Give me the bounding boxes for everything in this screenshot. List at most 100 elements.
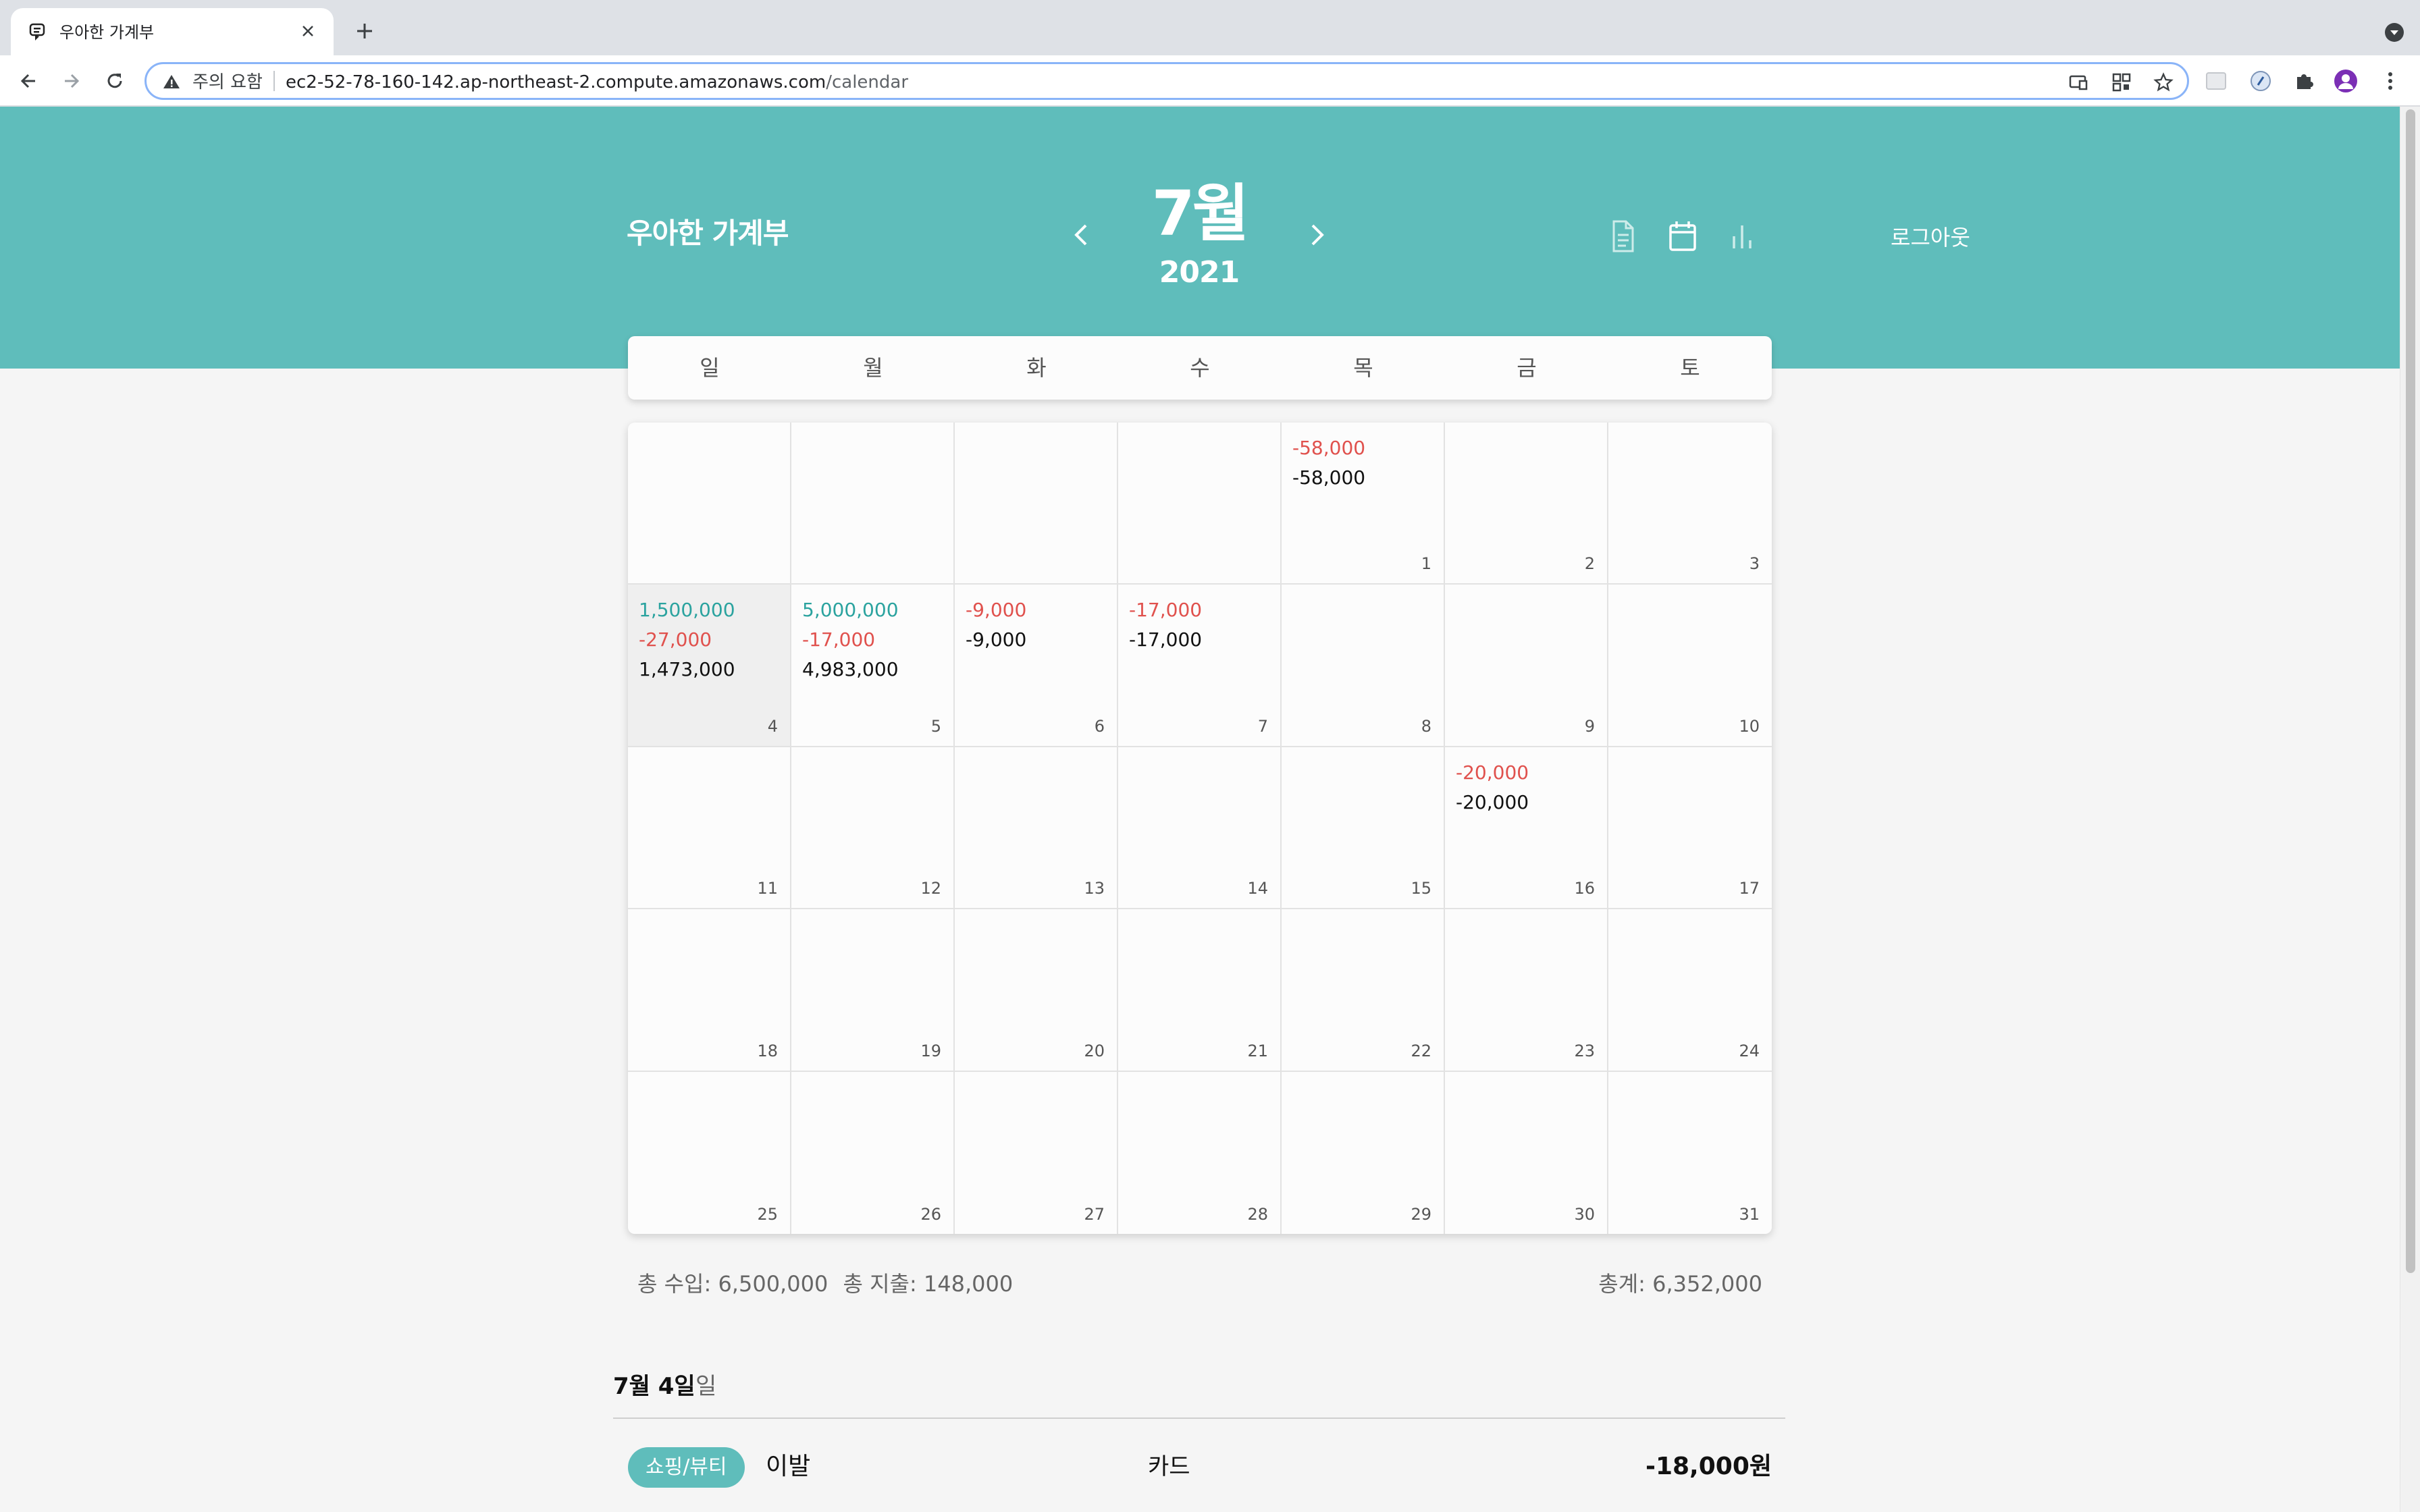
calendar-day-cell[interactable]: 9 bbox=[1445, 585, 1608, 747]
calendar-day-cell[interactable]: 30 bbox=[1445, 1071, 1608, 1234]
calendar-day-cell[interactable]: 15 bbox=[1282, 747, 1445, 910]
day-total: -17,000 bbox=[1129, 628, 1203, 651]
day-number: 8 bbox=[1421, 716, 1431, 736]
security-status[interactable]: 주의 요함 bbox=[192, 71, 263, 94]
day-expense: -9,000 bbox=[966, 599, 1027, 622]
weekday-label: 일 bbox=[700, 355, 720, 381]
calendar-day-cell[interactable]: 31 bbox=[1608, 1072, 1772, 1234]
favicon-icon bbox=[29, 23, 45, 40]
calendar-day-cell[interactable]: 13 bbox=[955, 747, 1118, 910]
calendar-day-cell[interactable]: 22 bbox=[1282, 909, 1445, 1072]
next-month-icon[interactable] bbox=[1300, 219, 1333, 251]
scrollbar-thumb[interactable] bbox=[2406, 109, 2415, 1273]
day-number: 6 bbox=[1094, 716, 1105, 736]
day-detail-weekday: 일 bbox=[695, 1373, 717, 1400]
grand-total: 총계: 6,352,000 bbox=[1598, 1271, 1762, 1297]
warning-icon[interactable] bbox=[163, 74, 180, 90]
weekday-label: 화 bbox=[1026, 355, 1047, 381]
prev-month-icon[interactable] bbox=[1066, 219, 1098, 251]
close-tab-icon[interactable] bbox=[297, 20, 319, 42]
calendar-day-cell[interactable]: 21 bbox=[1118, 909, 1282, 1072]
day-total: -9,000 bbox=[966, 628, 1027, 651]
calendar-day-cell[interactable]: 24 bbox=[1608, 909, 1772, 1072]
calendar-day-cell[interactable]: -20,000 -20,000 16 bbox=[1445, 747, 1608, 910]
forward-icon[interactable] bbox=[58, 68, 85, 94]
document-icon[interactable] bbox=[1607, 219, 1639, 254]
day-total: -58,000 bbox=[1292, 466, 1366, 489]
day-number: 24 bbox=[1739, 1041, 1760, 1060]
calendar-day-cell[interactable]: -9,000 -9,000 6 bbox=[955, 585, 1118, 747]
calendar-day-cell[interactable]: 12 bbox=[791, 747, 955, 910]
calendar-day-cell[interactable]: 20 bbox=[955, 909, 1118, 1072]
profile-avatar-icon[interactable] bbox=[2334, 69, 2358, 93]
payment-method: 카드 bbox=[1148, 1453, 1190, 1480]
day-income: 5,000,000 bbox=[802, 599, 899, 622]
calendar-day-cell[interactable]: 18 bbox=[628, 909, 791, 1072]
calendar-day-cell[interactable]: 3 bbox=[1608, 423, 1772, 585]
day-detail-date: 7월 4일 bbox=[613, 1373, 695, 1400]
calendar-day-cell[interactable]: 25 bbox=[628, 1071, 791, 1234]
calendar-day-cell[interactable]: 23 bbox=[1445, 909, 1608, 1072]
day-number: 5 bbox=[930, 716, 941, 736]
transaction-row[interactable]: 쇼핑/뷰티 이발 카드 -18,000원 bbox=[628, 1444, 1772, 1490]
calendar-day-cell[interactable]: -58,000 -58,000 1 bbox=[1282, 423, 1445, 585]
day-amounts: -17,000 -17,000 bbox=[1129, 595, 1202, 655]
tab-title: 우아한 가계부 bbox=[59, 23, 155, 42]
weekday-label: 금 bbox=[1517, 355, 1537, 381]
extension-compass-icon[interactable] bbox=[2248, 69, 2273, 93]
calendar-grid: -58,000 -58,000 1 2 3 1,500,000 -27,000 1,473,0… bbox=[628, 423, 1772, 1234]
calendar-day-cell[interactable]: 2 bbox=[1445, 423, 1608, 585]
day-expense: -27,000 bbox=[639, 628, 712, 651]
day-number: 30 bbox=[1574, 1204, 1595, 1224]
day-total: 4,983,000 bbox=[802, 658, 899, 681]
calendar-day-cell[interactable]: 27 bbox=[955, 1071, 1118, 1234]
calendar-day-cell[interactable]: 28 bbox=[1118, 1071, 1282, 1234]
url-text[interactable]: ec2-52-78-160-142.ap-northeast-2.compute… bbox=[286, 71, 908, 94]
total-income: 총 수입: 6,500,000 bbox=[637, 1271, 828, 1297]
page-scrollbar[interactable] bbox=[2400, 107, 2420, 1512]
calendar-icon[interactable] bbox=[1666, 219, 1699, 254]
calendar-day-cell[interactable]: 29 bbox=[1282, 1071, 1445, 1234]
browser-tab[interactable]: 우아한 가계부 bbox=[11, 8, 334, 55]
day-income: 1,500,000 bbox=[639, 599, 735, 622]
browser-menu-icon[interactable] bbox=[2378, 69, 2402, 93]
tab-search-icon[interactable] bbox=[2384, 22, 2405, 43]
day-number: 16 bbox=[1574, 879, 1595, 898]
weekday-header: 일 월 화 수 목 금 토 bbox=[628, 336, 1772, 400]
day-number: 25 bbox=[757, 1204, 778, 1224]
bar-chart-icon[interactable] bbox=[1726, 219, 1758, 254]
day-number: 1 bbox=[1421, 554, 1431, 574]
day-number: 3 bbox=[1749, 554, 1760, 574]
month-summary: 총 수입: 6,500,000 총 지출: 148,000 bbox=[637, 1269, 1021, 1299]
app-title[interactable]: 우아한 가계부 bbox=[627, 215, 789, 252]
logout-button[interactable]: 로그아웃 bbox=[1891, 223, 1970, 252]
calendar-day-cell[interactable]: 10 bbox=[1608, 585, 1772, 747]
day-amounts: 1,500,000 -27,000 1,473,000 bbox=[639, 595, 735, 684]
new-tab-icon[interactable] bbox=[354, 20, 375, 42]
calendar-day-cell[interactable]: -17,000 -17,000 7 bbox=[1118, 585, 1282, 747]
qr-code-icon[interactable] bbox=[2111, 72, 2132, 92]
calendar-day-cell[interactable]: 14 bbox=[1118, 747, 1282, 910]
day-expense: -58,000 bbox=[1292, 437, 1366, 459]
calendar-day-cell[interactable]: 1,500,000 -27,000 1,473,000 4 bbox=[628, 585, 791, 747]
calendar-day-cell[interactable]: 11 bbox=[628, 747, 791, 910]
back-icon[interactable] bbox=[15, 68, 42, 94]
reload-icon[interactable] bbox=[101, 68, 128, 94]
day-number: 31 bbox=[1739, 1204, 1760, 1224]
day-expense: -20,000 bbox=[1456, 761, 1529, 784]
calendar-day-cell[interactable]: 26 bbox=[791, 1071, 955, 1234]
address-bar[interactable]: 주의 요함 ec2-52-78-160-142.ap-northeast-2.c… bbox=[144, 62, 2189, 100]
calendar-day-cell[interactable]: 8 bbox=[1282, 585, 1445, 747]
calendar-day-cell[interactable]: 19 bbox=[791, 909, 955, 1072]
extension-grid-icon[interactable] bbox=[2204, 69, 2228, 93]
day-number: 26 bbox=[920, 1204, 941, 1224]
bookmark-star-icon[interactable] bbox=[2153, 72, 2174, 92]
day-number: 7 bbox=[1257, 716, 1268, 736]
total-expense: 총 지출: 148,000 bbox=[843, 1271, 1014, 1297]
calendar-day-cell[interactable]: 17 bbox=[1608, 747, 1772, 910]
cast-icon[interactable] bbox=[2068, 72, 2088, 92]
calendar-empty-cell bbox=[791, 423, 955, 585]
extensions-puzzle-icon[interactable] bbox=[2292, 69, 2316, 93]
calendar-day-cell[interactable]: 5,000,000 -17,000 4,983,000 5 bbox=[791, 585, 955, 747]
address-separator bbox=[273, 71, 275, 91]
